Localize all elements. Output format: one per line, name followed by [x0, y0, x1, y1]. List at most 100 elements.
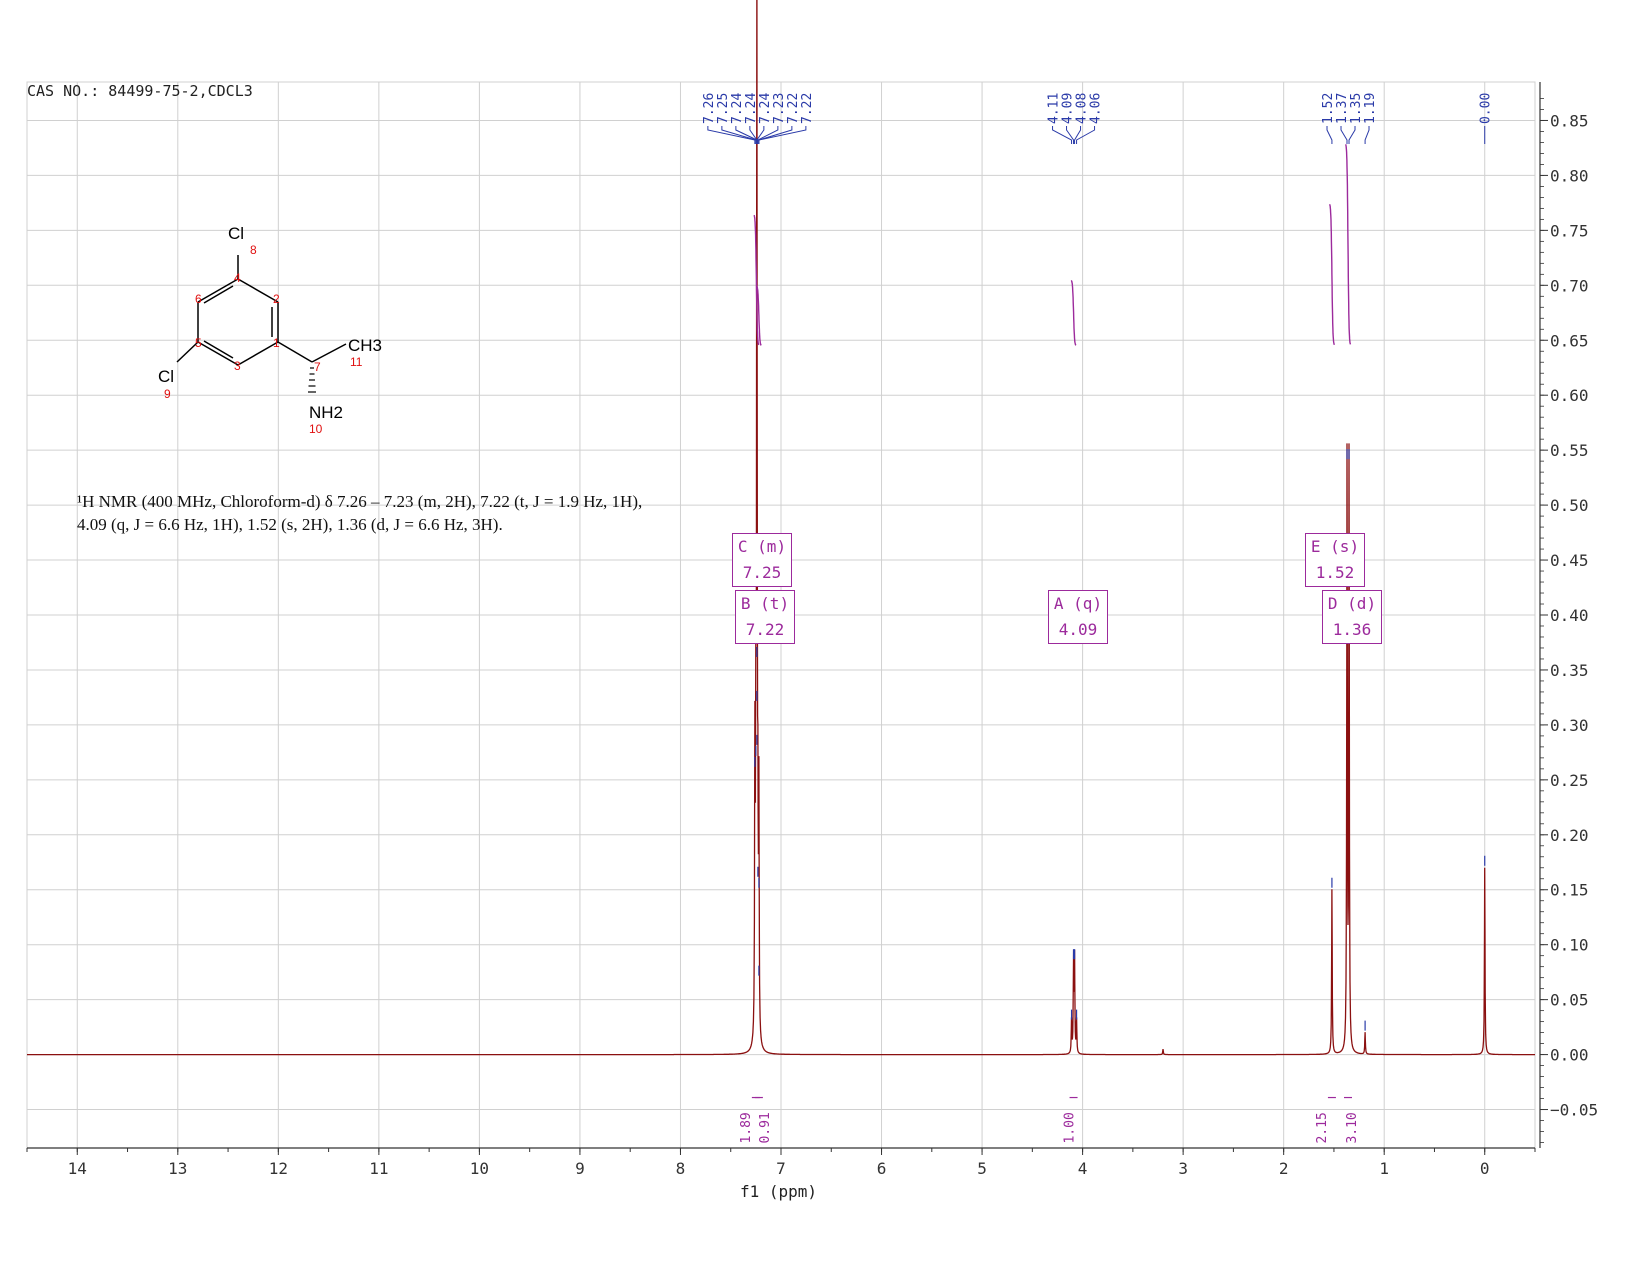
peak-label: 7.24 [758, 93, 773, 124]
multiplet-c-shift: 7.25 [742, 563, 782, 582]
peak-label-connector [1076, 126, 1096, 144]
x-tick-label: 7 [776, 1159, 786, 1178]
atom-number-11: 11 [350, 355, 363, 369]
multiplet-label-e: E (s) 1.52 [1305, 533, 1365, 587]
y-tick-label: 0.15 [1550, 881, 1589, 900]
y-tick-label: 0.75 [1550, 221, 1589, 240]
y-tick-label: 0.45 [1550, 551, 1589, 570]
y-tick-label: 0.85 [1550, 111, 1589, 130]
peak-label: 7.24 [744, 93, 759, 124]
peak-label-connector [721, 126, 757, 144]
y-tick-label: 0.40 [1550, 606, 1589, 625]
y-tick-label: 0.50 [1550, 496, 1589, 515]
multiplet-label-b: B (t) 7.22 [735, 590, 795, 644]
atom-number-4: 4 [234, 271, 241, 285]
peak-label-group: 7.26 7.25 7.24 7.24 7.24 7.23 7.22 7.22 4.11 4.09… [702, 93, 1494, 144]
peak-label-connector [707, 126, 756, 144]
x-tick-label: 11 [369, 1159, 388, 1178]
x-tick-label: 3 [1178, 1159, 1188, 1178]
multiplet-c-name: C (m) [737, 537, 787, 556]
peak-label-connector [1364, 126, 1370, 144]
description-line-1: ¹H NMR (400 MHz, Chloroform-d) δ 7.26 – … [77, 492, 643, 511]
x-tick-label: 13 [168, 1159, 187, 1178]
x-tick-label: 9 [575, 1159, 585, 1178]
multiplet-e-name: E (s) [1310, 537, 1360, 556]
x-tick-label: 4 [1078, 1159, 1088, 1178]
x-tick-label: 1 [1379, 1159, 1389, 1178]
peak-label: 4.06 [1089, 93, 1104, 124]
y-tick-label: 0.65 [1550, 331, 1589, 350]
integral-value: 0.91 [758, 1112, 773, 1143]
y-tick-label: 0.35 [1550, 661, 1589, 680]
multiplet-b-shift: 7.22 [745, 620, 785, 639]
peak-label-connector [1348, 126, 1356, 144]
peak-label: 4.11 [1047, 93, 1062, 124]
y-tick-label: 0.00 [1550, 1046, 1589, 1065]
y-tick-label: 0.70 [1550, 276, 1589, 295]
integral-value: 3.10 [1345, 1112, 1360, 1143]
multiplet-b-name: B (t) [740, 594, 790, 613]
nmr-spectrum-chart: 14 13 12 11 10 9 8 7 6 5 4 3 2 1 00.850.800.750.700.65… [26, 0, 1598, 1178]
cl-bottom-label: Cl [158, 367, 174, 386]
atom-number-2: 2 [273, 292, 280, 306]
cl-top-label: Cl [228, 224, 244, 243]
multiplet-label-c: C (m) 7.25 [732, 533, 792, 587]
peak-label-connector [758, 126, 807, 144]
y-tick-label: 0.60 [1550, 386, 1589, 405]
atom-number-8: 8 [250, 243, 257, 257]
peak-label: 4.09 [1061, 93, 1076, 124]
x-axis-label: f1 (ppm) [740, 1182, 818, 1201]
peak-label: 7.22 [786, 93, 801, 124]
x-tick-label: 10 [470, 1159, 489, 1178]
y-tick-label: −0.05 [1550, 1101, 1598, 1120]
integral-curve [1070, 280, 1077, 346]
y-tick-label: 0.30 [1550, 716, 1589, 735]
integral-value: 1.89 [739, 1112, 754, 1143]
cas-header: CAS NO.: 84499-75-2,CDCL3 [27, 82, 253, 100]
integral-curve [1329, 204, 1335, 345]
multiplet-e-shift: 1.52 [1315, 563, 1355, 582]
peak-label: 1.19 [1363, 93, 1378, 124]
multiplet-d-shift: 1.36 [1332, 620, 1372, 639]
atom-number-5: 5 [195, 336, 202, 350]
x-tick-label: 14 [68, 1159, 87, 1178]
atom-number-1: 1 [273, 336, 280, 350]
peak-label: 1.35 [1349, 93, 1364, 124]
nmr-description: ¹H NMR (400 MHz, Chloroform-d) δ 7.26 – … [77, 490, 717, 536]
peak-label: 7.23 [772, 93, 787, 124]
multiplet-a-shift: 4.09 [1058, 620, 1098, 639]
integral-curve [1345, 144, 1352, 345]
molecule-structure: Cl Cl CH3 NH2 1 2 3 4 5 6 7 8 9 10 11 [158, 224, 382, 436]
x-tick-label: 8 [676, 1159, 686, 1178]
peak-label: 7.22 [800, 93, 815, 124]
y-tick-label: 0.05 [1550, 991, 1589, 1010]
atom-number-7: 7 [314, 360, 321, 374]
multiplet-d-name: D (d) [1327, 594, 1377, 613]
peak-label-connector [1066, 126, 1075, 144]
x-tick-label: 6 [877, 1159, 887, 1178]
y-tick-label: 0.25 [1550, 771, 1589, 790]
atom-number-10: 10 [309, 422, 323, 436]
peak-label-connector [1326, 126, 1333, 144]
description-line-2: 4.09 (q, J = 6.6 Hz, 1H), 1.52 (s, 2H), … [77, 515, 503, 534]
peak-label: 0.00 [1479, 93, 1494, 124]
x-tick-label: 0 [1480, 1159, 1490, 1178]
peak-label-connector [1074, 126, 1082, 144]
integral-value: 2.15 [1315, 1112, 1330, 1143]
peak-label: 1.37 [1335, 93, 1350, 124]
peak-label-connector [1340, 126, 1348, 144]
multiplet-label-a: A (q) 4.09 [1048, 590, 1108, 644]
ch3-label: CH3 [348, 336, 382, 355]
multiplet-a-name: A (q) [1053, 594, 1103, 613]
atom-number-9: 9 [164, 387, 171, 401]
peak-label: 7.25 [716, 93, 731, 124]
peak-label: 7.26 [702, 93, 717, 124]
x-tick-label: 2 [1279, 1159, 1289, 1178]
atom-number-6: 6 [195, 292, 202, 306]
integral-value: 1.00 [1063, 1112, 1078, 1143]
atom-number-3: 3 [234, 359, 241, 373]
peak-label: 7.24 [730, 93, 745, 124]
y-tick-label: 0.10 [1550, 936, 1589, 955]
x-tick-label: 5 [977, 1159, 987, 1178]
peak-label: 1.52 [1321, 93, 1336, 124]
